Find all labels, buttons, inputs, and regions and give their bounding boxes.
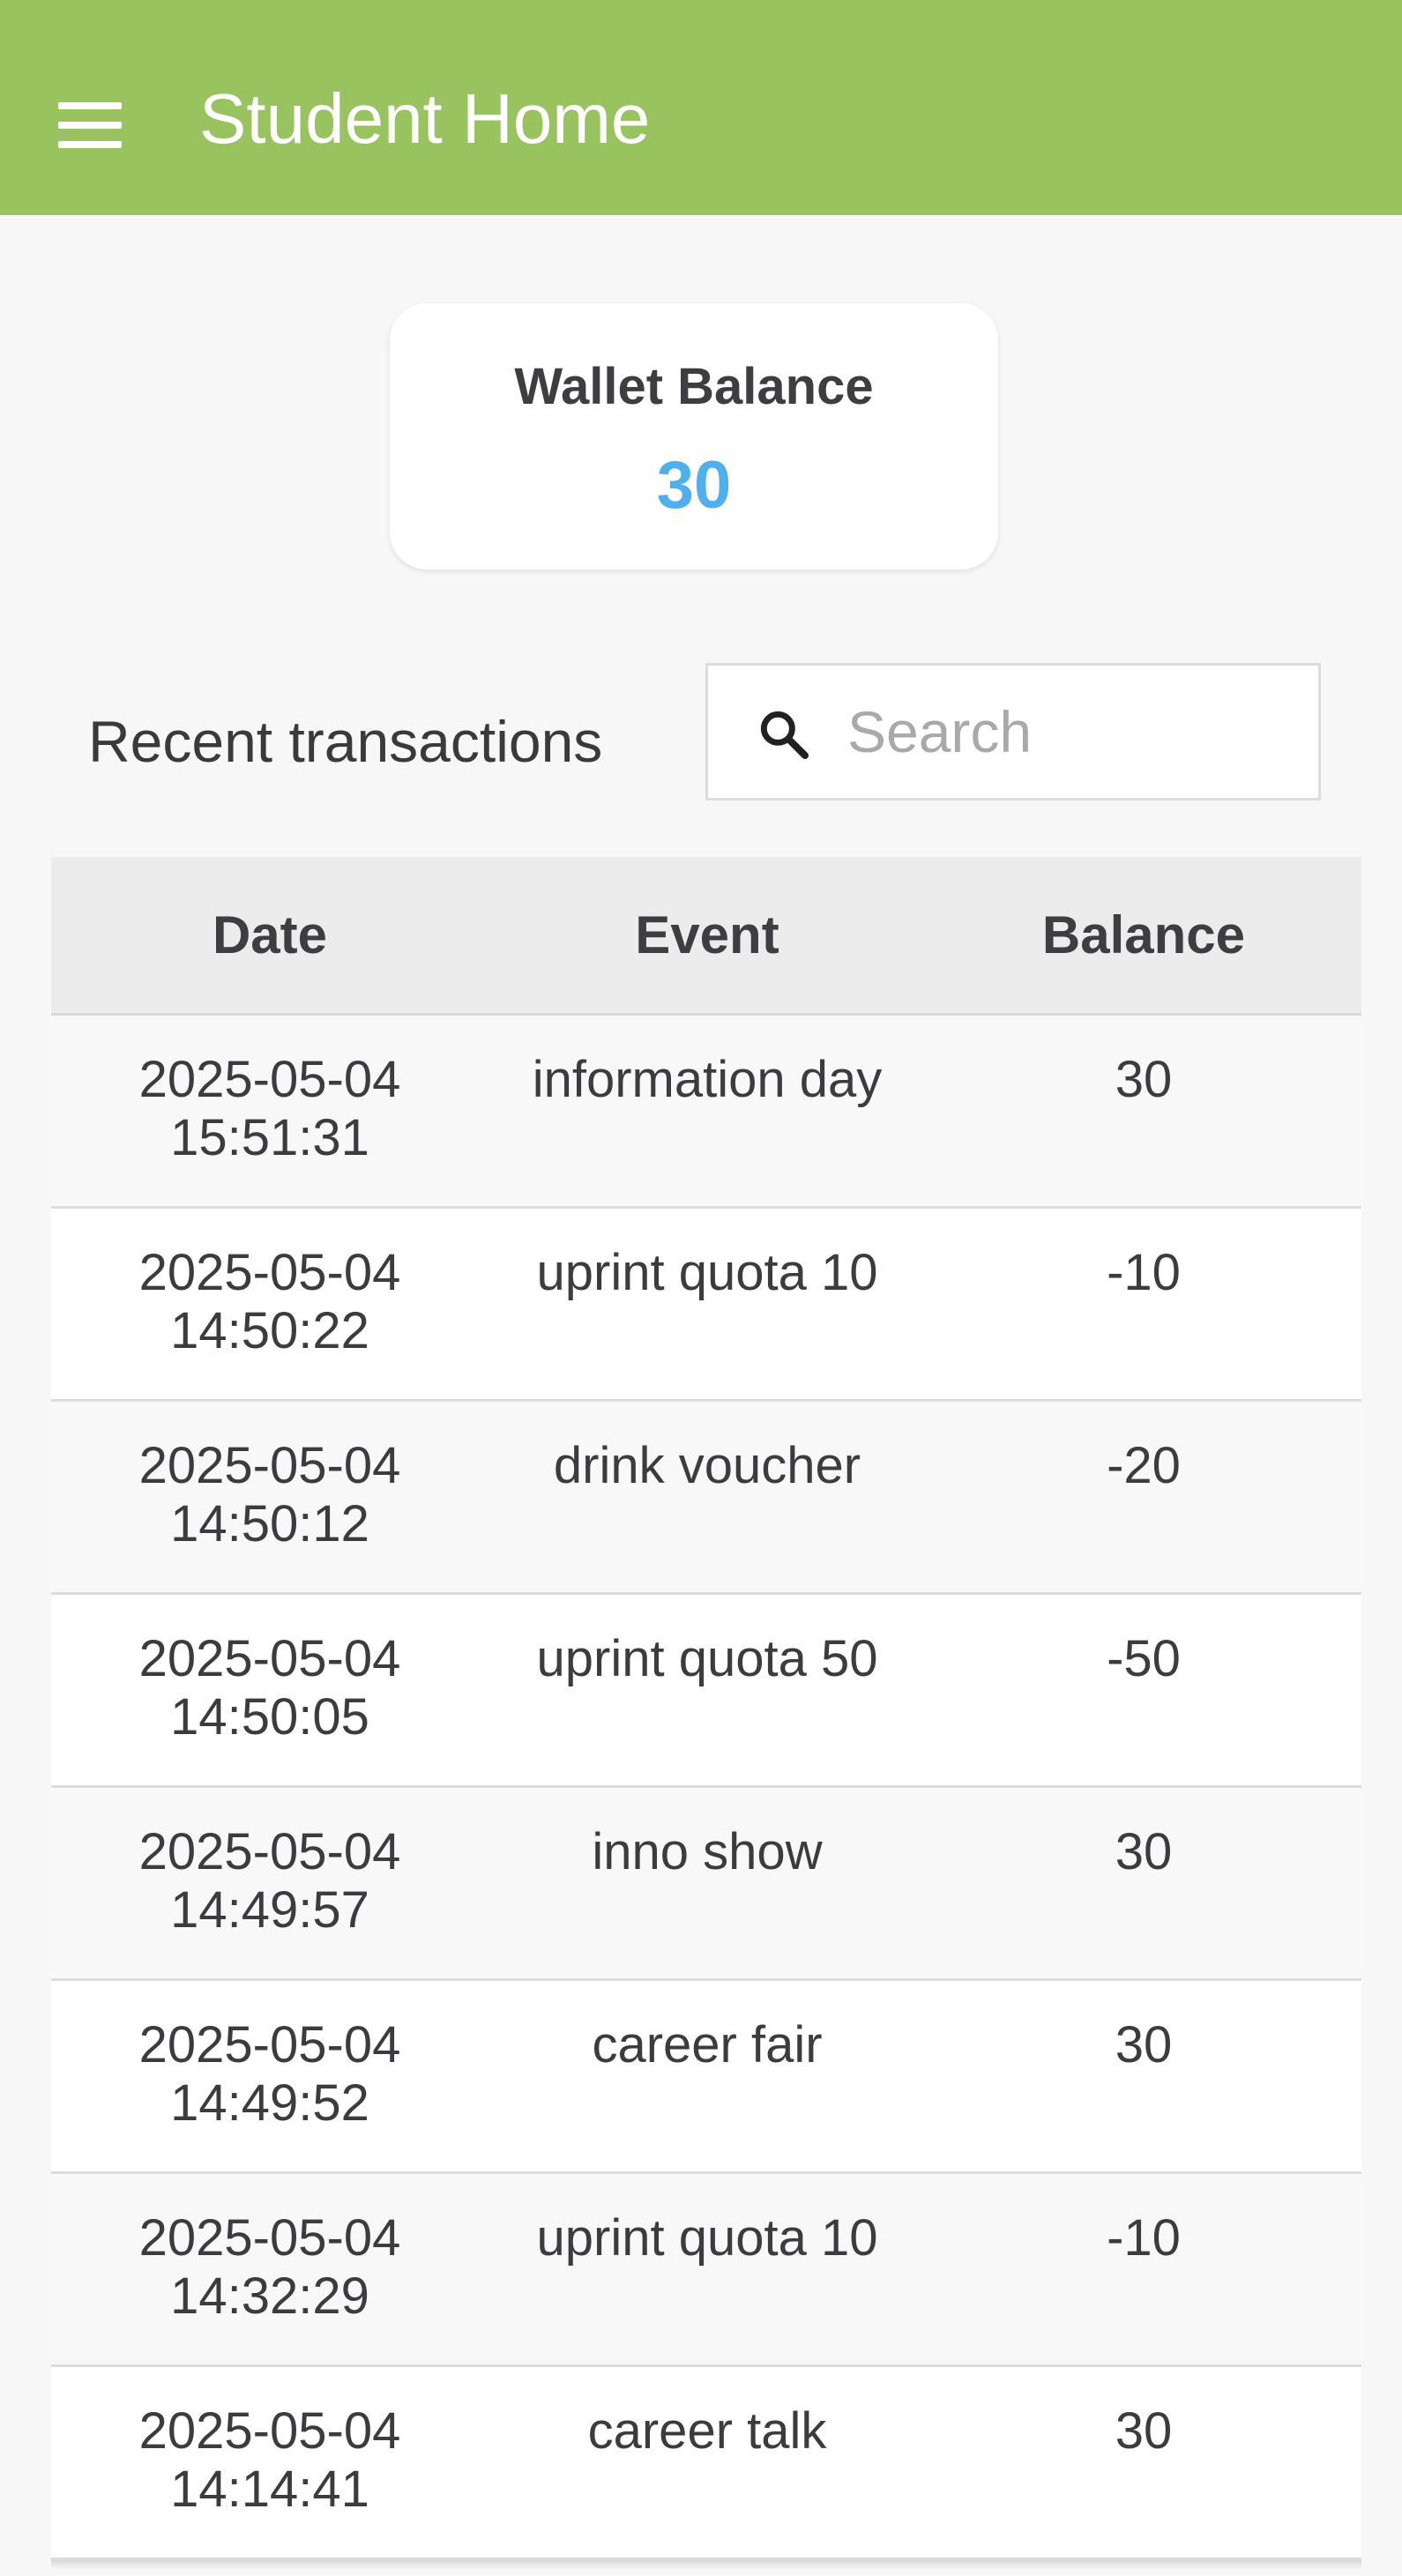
transaction-event: uprint quota 50 xyxy=(536,1630,878,1687)
transaction-time: 14:32:29 xyxy=(170,2267,369,2325)
date-cell: 2025-05-04 14:49:57 xyxy=(51,1788,488,1978)
page-title: Student Home xyxy=(199,79,651,158)
table-row[interactable]: 2025-05-04 14:50:22 uprint quota 10 -10 xyxy=(51,1209,1361,1402)
menu-line xyxy=(58,141,122,148)
transaction-date: 2025-05-04 xyxy=(138,1051,401,1108)
wallet-balance-card: Wallet Balance 30 xyxy=(390,303,998,570)
search-box[interactable] xyxy=(705,663,1321,800)
transaction-time: 14:49:57 xyxy=(170,1881,369,1939)
recent-transactions-title: Recent transactions xyxy=(88,709,603,774)
transaction-time: 14:14:41 xyxy=(170,2461,369,2518)
search-icon xyxy=(760,711,809,759)
transaction-balance: -10 xyxy=(1107,2209,1181,2267)
transaction-date: 2025-05-04 xyxy=(138,2016,401,2073)
transaction-balance: -50 xyxy=(1107,1630,1181,1687)
transaction-event: career fair xyxy=(592,2016,823,2073)
transaction-balance: 30 xyxy=(1115,1051,1173,1108)
transaction-balance: -20 xyxy=(1107,1437,1181,1494)
date-cell: 2025-05-04 14:50:05 xyxy=(51,1595,488,1785)
transaction-time: 14:50:05 xyxy=(170,1688,369,1746)
transaction-time: 15:51:31 xyxy=(170,1109,369,1166)
transaction-event: information day xyxy=(532,1051,883,1108)
transaction-date: 2025-05-04 xyxy=(138,1823,401,1880)
hamburger-menu-icon[interactable] xyxy=(58,102,123,148)
transaction-event: uprint quota 10 xyxy=(536,2209,878,2267)
wallet-balance-label: Wallet Balance xyxy=(514,358,874,415)
transaction-event: uprint quota 10 xyxy=(536,1244,878,1301)
search-input[interactable] xyxy=(847,692,1288,771)
transaction-date: 2025-05-04 xyxy=(138,1244,401,1301)
column-header-balance: Balance xyxy=(1041,905,1246,964)
app-bar: Student Home xyxy=(0,0,1402,215)
date-cell: 2025-05-04 15:51:31 xyxy=(51,1016,488,1206)
transaction-event: career talk xyxy=(587,2402,827,2460)
transaction-balance: 30 xyxy=(1115,2402,1173,2460)
table-row[interactable]: 2025-05-04 14:50:05 uprint quota 50 -50 xyxy=(51,1595,1361,1788)
column-header-date: Date xyxy=(212,905,328,964)
transactions-table: Date Event Balance 2025-05-04 15:51:31 i… xyxy=(51,857,1361,2569)
transaction-balance: -10 xyxy=(1107,1244,1181,1301)
transaction-event: drink voucher xyxy=(553,1437,861,1494)
table-bottom-edge xyxy=(51,2560,1361,2569)
transaction-event: inno show xyxy=(592,1823,823,1880)
transaction-date: 2025-05-04 xyxy=(138,2209,401,2267)
date-cell: 2025-05-04 14:50:22 xyxy=(51,1209,488,1399)
column-header-event: Event xyxy=(635,905,779,964)
transaction-time: 14:50:12 xyxy=(170,1495,369,1552)
menu-line xyxy=(58,102,122,109)
transaction-time: 14:50:22 xyxy=(170,1302,369,1359)
table-header: Date Event Balance xyxy=(51,857,1361,1016)
wallet-balance-value: 30 xyxy=(656,448,732,523)
date-cell: 2025-05-04 14:32:29 xyxy=(51,2174,488,2364)
table-row[interactable]: 2025-05-04 14:49:57 inno show 30 xyxy=(51,1788,1361,1981)
menu-line xyxy=(58,122,122,129)
date-cell: 2025-05-04 14:50:12 xyxy=(51,1402,488,1592)
transaction-date: 2025-05-04 xyxy=(138,1630,401,1687)
table-row[interactable]: 2025-05-04 14:14:41 career talk 30 xyxy=(51,2367,1361,2560)
transaction-date: 2025-05-04 xyxy=(138,1437,401,1494)
transaction-time: 14:49:52 xyxy=(170,2074,369,2132)
table-row[interactable]: 2025-05-04 14:49:52 career fair 30 xyxy=(51,1981,1361,2174)
transaction-date: 2025-05-04 xyxy=(138,2402,401,2460)
transaction-balance: 30 xyxy=(1115,1823,1173,1880)
table-row[interactable]: 2025-05-04 14:32:29 uprint quota 10 -10 xyxy=(51,2174,1361,2367)
date-cell: 2025-05-04 14:49:52 xyxy=(51,1981,488,2171)
date-cell: 2025-05-04 14:14:41 xyxy=(51,2367,488,2557)
table-row[interactable]: 2025-05-04 15:51:31 information day 30 xyxy=(51,1016,1361,1209)
transaction-balance: 30 xyxy=(1115,2016,1173,2073)
table-row[interactable]: 2025-05-04 14:50:12 drink voucher -20 xyxy=(51,1402,1361,1595)
